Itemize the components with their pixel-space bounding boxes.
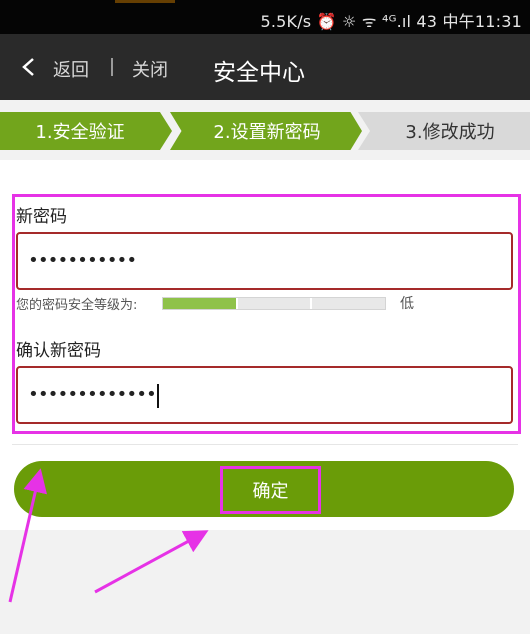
bottom-area	[0, 530, 530, 634]
strength-segment	[238, 298, 313, 309]
divider	[12, 444, 518, 445]
strength-label: 您的密码安全等级为:	[16, 298, 138, 313]
step-set-password: 2.设置新密码	[170, 112, 362, 150]
step-verify: 1.安全验证	[0, 112, 172, 150]
step-label: 3.修改成功	[405, 122, 495, 143]
confirm-password-value: •••••••••••••	[28, 384, 157, 405]
strength-segment	[312, 298, 385, 309]
step-success: 3.修改成功	[358, 112, 530, 150]
page-title: 安全中心	[213, 60, 305, 86]
close-button[interactable]: 关闭	[132, 56, 168, 82]
step-label: 1.安全验证	[35, 122, 125, 143]
strength-segment	[163, 298, 238, 309]
status-bar: 5.5K/s ⏰ ☼ ᯤ ⁴ᴳ.ıl 43 中午11:31	[0, 0, 530, 34]
confirm-button-label: 确定	[252, 481, 289, 502]
new-password-value: •••••••••••	[28, 250, 137, 271]
title-bar: 返回 关闭 安全中心	[0, 34, 530, 100]
title-divider	[111, 58, 113, 76]
back-button[interactable]: 返回	[53, 56, 89, 82]
step-label: 2.设置新密码	[213, 122, 321, 143]
status-notification-strip	[115, 0, 175, 3]
strength-meter	[162, 297, 386, 310]
status-bar-text: 5.5K/s ⏰ ☼ ᯤ ⁴ᴳ.ıl 43 中午11:31	[260, 12, 522, 31]
new-password-input[interactable]: •••••••••••	[16, 232, 513, 290]
strength-level: 低	[400, 296, 414, 312]
confirm-password-label: 确认新密码	[16, 341, 101, 361]
chevron-left-icon[interactable]	[18, 56, 40, 78]
confirm-password-input[interactable]: •••••••••••••	[16, 366, 513, 424]
new-password-label: 新密码	[16, 207, 67, 227]
confirm-button-highlight[interactable]: 确定	[220, 466, 321, 514]
text-cursor	[157, 384, 159, 408]
